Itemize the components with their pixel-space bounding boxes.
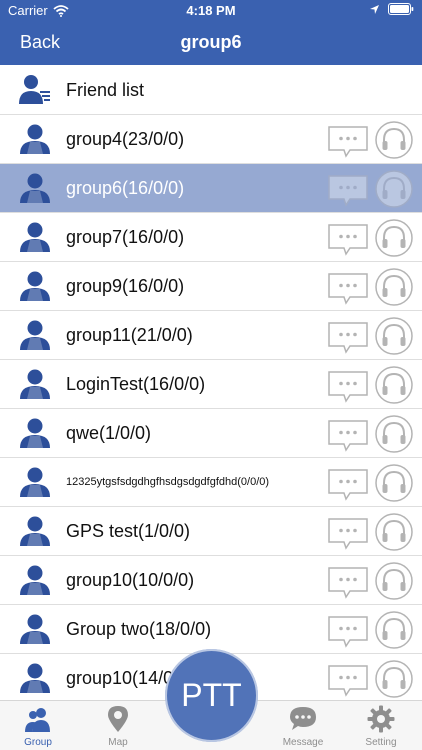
tab-label: Setting bbox=[365, 737, 397, 748]
headphone-icon[interactable] bbox=[375, 464, 413, 502]
headphone-icon[interactable] bbox=[375, 660, 413, 698]
tab-group[interactable]: Group bbox=[0, 701, 76, 750]
headphone-icon[interactable] bbox=[375, 513, 413, 551]
message-icon[interactable] bbox=[328, 665, 368, 697]
group-label: LoginTest(16/0/0) bbox=[66, 374, 206, 394]
message-icon[interactable] bbox=[328, 518, 368, 550]
ptt-button[interactable]: PTT bbox=[165, 649, 258, 742]
tab-label: Group bbox=[24, 737, 52, 748]
message-icon[interactable] bbox=[328, 224, 368, 256]
gear-icon bbox=[367, 705, 395, 733]
page-title: group6 bbox=[180, 32, 242, 52]
status-bar: Carrier 4:18 PM bbox=[0, 0, 422, 22]
group-row[interactable]: group6(16/0/0) bbox=[0, 164, 422, 213]
battery-icon bbox=[388, 3, 414, 15]
group-label: Group two(18/0/0) bbox=[66, 619, 212, 639]
headphone-icon[interactable] bbox=[375, 170, 413, 208]
group-row[interactable]: Group two(18/0/0) bbox=[0, 605, 422, 654]
group-label: group6(16/0/0) bbox=[66, 178, 185, 198]
group-label: group7(16/0/0) bbox=[66, 227, 185, 247]
group-row[interactable]: qwe(1/0/0) bbox=[0, 409, 422, 458]
tab-label: Map bbox=[108, 737, 128, 748]
headphone-icon[interactable] bbox=[375, 317, 413, 355]
status-right bbox=[369, 3, 414, 15]
group-label: group10(10/0/0) bbox=[66, 570, 195, 590]
message-icon[interactable] bbox=[328, 175, 368, 207]
group-label: group4(23/0/0) bbox=[66, 129, 185, 149]
person-icon bbox=[20, 565, 50, 595]
person-icon bbox=[20, 516, 50, 546]
headphone-icon[interactable] bbox=[375, 219, 413, 257]
top-bar: Carrier 4:18 PM Back group6 bbox=[0, 0, 422, 65]
group-label: GPS test(1/0/0) bbox=[66, 521, 191, 541]
headphone-icon[interactable] bbox=[375, 366, 413, 404]
map-pin-icon bbox=[108, 706, 128, 732]
group-list[interactable]: Friend list group4(23/0/0) group6(16/0/0)… bbox=[0, 65, 422, 700]
message-icon[interactable] bbox=[328, 126, 368, 158]
group-label: group11(21/0/0) bbox=[66, 325, 193, 345]
location-arrow-icon bbox=[370, 4, 379, 14]
person-icon bbox=[20, 614, 50, 644]
chat-bubble-icon bbox=[290, 707, 316, 730]
group-row[interactable]: LoginTest(16/0/0) bbox=[0, 360, 422, 409]
person-icon bbox=[20, 663, 50, 693]
person-icon bbox=[20, 320, 50, 350]
group-label: group9(16/0/0) bbox=[66, 276, 185, 296]
group-row[interactable]: group4(23/0/0) bbox=[0, 115, 422, 164]
person-icon bbox=[20, 467, 50, 497]
headphone-icon[interactable] bbox=[375, 562, 413, 600]
message-icon[interactable] bbox=[328, 567, 368, 599]
headphone-icon[interactable] bbox=[375, 415, 413, 453]
group-rows: group4(23/0/0) group6(16/0/0) group7(16/0/… bbox=[0, 115, 422, 700]
tab-label: Message bbox=[282, 737, 324, 748]
tab-map[interactable]: Map bbox=[80, 701, 156, 750]
group-row[interactable]: group11(21/0/0) bbox=[0, 311, 422, 360]
tab-message[interactable]: Message bbox=[265, 701, 341, 750]
message-icon[interactable] bbox=[328, 420, 368, 452]
group-icon bbox=[25, 708, 50, 732]
headphone-icon[interactable] bbox=[375, 121, 413, 159]
group-row[interactable]: group7(16/0/0) bbox=[0, 213, 422, 262]
group-row[interactable]: GPS test(1/0/0) bbox=[0, 507, 422, 556]
message-icon[interactable] bbox=[328, 273, 368, 305]
message-icon[interactable] bbox=[328, 371, 368, 403]
tab-setting[interactable]: Setting bbox=[343, 701, 419, 750]
clock: 4:18 PM bbox=[186, 3, 236, 18]
message-icon[interactable] bbox=[328, 616, 368, 648]
nav-bar: Back group6 bbox=[0, 22, 422, 65]
group-row[interactable]: group10(10/0/0) bbox=[0, 556, 422, 605]
friend-list-row[interactable]: Friend list bbox=[0, 65, 422, 115]
friend-list-label: Friend list bbox=[66, 80, 145, 100]
headphone-icon[interactable] bbox=[375, 611, 413, 649]
friend-list-icon bbox=[19, 75, 50, 104]
group-label: 12325ytgsfsdgdhgfhsdgsdgdfgfdhd(0/0/0) bbox=[66, 476, 270, 488]
message-icon[interactable] bbox=[328, 469, 368, 501]
person-icon bbox=[20, 124, 50, 154]
group-row[interactable]: 12325ytgsfsdgdhgfhsdgsdgdfgfdhd(0/0/0) bbox=[0, 458, 422, 507]
headphone-icon[interactable] bbox=[375, 268, 413, 306]
group-row[interactable]: group9(16/0/0) bbox=[0, 262, 422, 311]
message-icon[interactable] bbox=[328, 322, 368, 354]
person-icon bbox=[20, 173, 50, 203]
person-icon bbox=[20, 369, 50, 399]
group-label: qwe(1/0/0) bbox=[66, 423, 152, 443]
person-icon bbox=[20, 418, 50, 448]
person-icon bbox=[20, 271, 50, 301]
person-icon bbox=[20, 222, 50, 252]
